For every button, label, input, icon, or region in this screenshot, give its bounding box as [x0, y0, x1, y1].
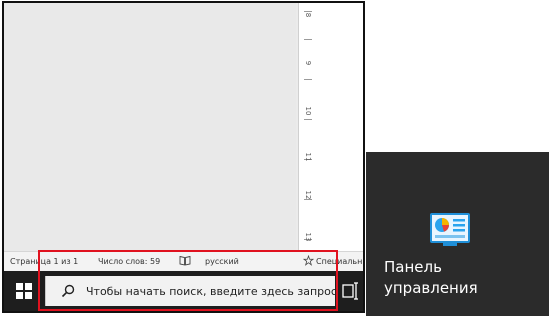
status-bar: Страница 1 из 1 Число слов: 59 русский С… [4, 251, 363, 272]
ruler-number: 10 [304, 106, 312, 116]
windows-taskbar: Чтобы начать поиск, введите здесь запрос [4, 271, 363, 311]
ruler-tick [304, 39, 312, 40]
control-panel-tile[interactable]: Панель управления [366, 152, 549, 316]
accessibility-status[interactable]: Специальн [316, 257, 362, 266]
document-canvas[interactable] [4, 3, 296, 251]
control-panel-icon [429, 212, 471, 248]
ruler-number: 12 [304, 190, 312, 200]
control-panel-label-line1: Панель [384, 258, 442, 276]
windows-start-icon[interactable] [16, 283, 32, 299]
word-window-screenshot: 8 9 10 11 12 13 Страница 1 из 1 Число сл… [2, 1, 365, 313]
control-panel-label-line2: управления [384, 279, 478, 297]
control-panel-label: Панель управления [384, 257, 478, 299]
ruler-number: 8 [304, 12, 312, 18]
ruler-number: 11 [304, 152, 312, 162]
taskbar-search-box[interactable]: Чтобы начать поиск, введите здесь запрос [45, 276, 337, 306]
ruler-tick [304, 119, 312, 120]
page-count[interactable]: Страница 1 из 1 [10, 257, 78, 266]
search-icon [60, 283, 76, 299]
accessibility-icon[interactable] [302, 254, 315, 268]
ruler-tick [304, 79, 312, 80]
proofing-book-icon[interactable] [179, 255, 191, 268]
ruler-number: 9 [304, 60, 312, 66]
vertical-ruler: 8 9 10 11 12 13 [298, 3, 317, 251]
task-view-icon[interactable] [342, 281, 360, 301]
word-count[interactable]: Число слов: 59 [98, 257, 160, 266]
right-margin-pane [316, 3, 363, 251]
search-placeholder: Чтобы начать поиск, введите здесь запрос [86, 285, 337, 298]
language-indicator[interactable]: русский [205, 257, 239, 266]
ruler-number: 13 [304, 232, 312, 242]
